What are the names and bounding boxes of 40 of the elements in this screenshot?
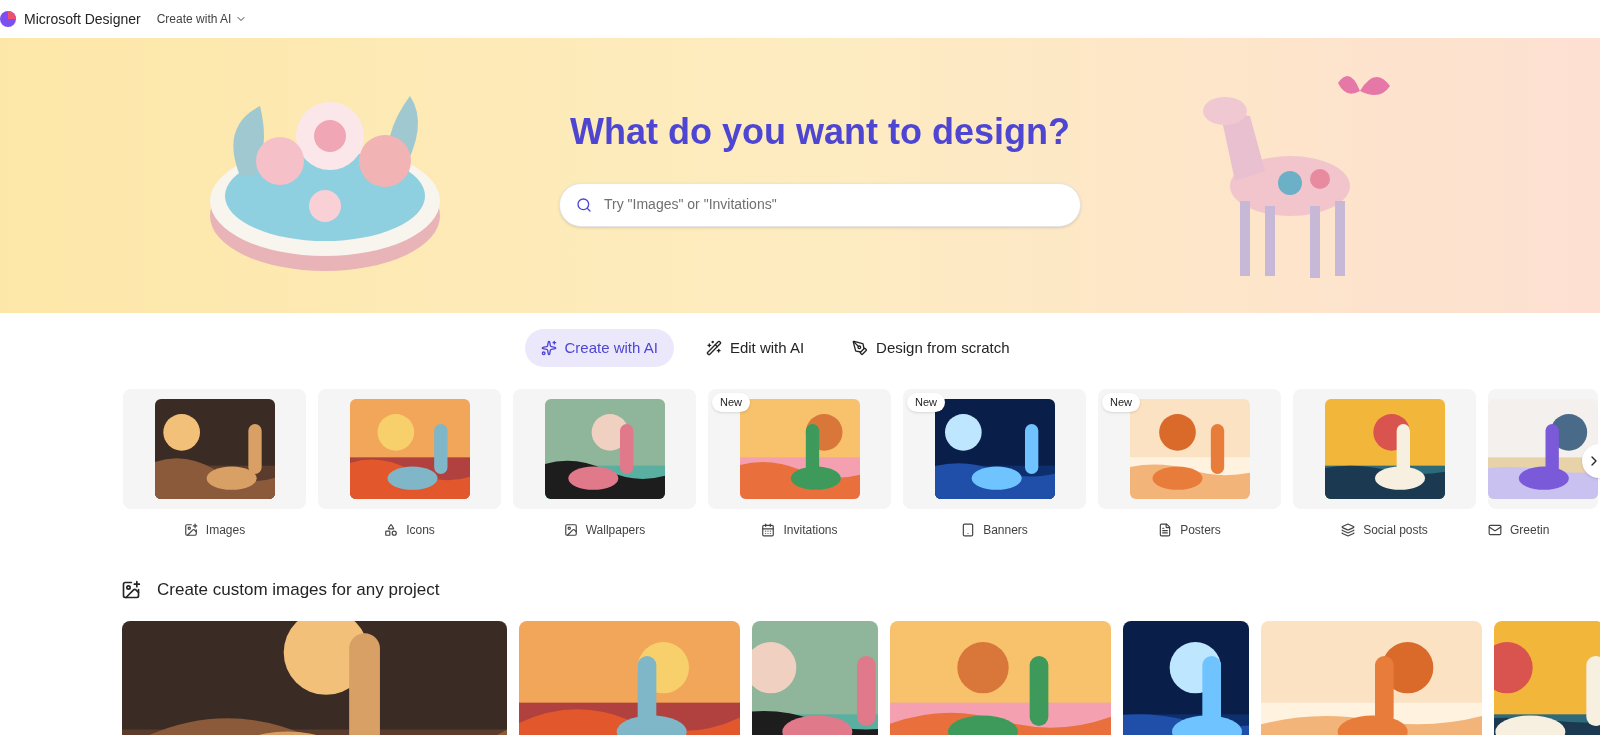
- layers-icon: [1341, 523, 1356, 537]
- category-card[interactable]: New: [1098, 389, 1281, 509]
- new-badge: New: [907, 393, 945, 412]
- category-card[interactable]: New: [708, 389, 891, 509]
- wand-icon: [705, 340, 722, 356]
- search-input[interactable]: Try "Images" or "Invitations": [604, 194, 1064, 215]
- category-link[interactable]: Banners: [961, 521, 1028, 539]
- brand-name: Microsoft Designer: [24, 9, 141, 29]
- category-card[interactable]: New: [903, 389, 1086, 509]
- mode-tab[interactable]: Create with AI: [524, 329, 674, 367]
- new-badge: New: [1102, 393, 1140, 412]
- mode-tab[interactable]: Edit with AI: [689, 329, 821, 367]
- logo-icon: [0, 11, 16, 27]
- sparkle-icon: [540, 340, 557, 356]
- mail-icon: [1488, 523, 1502, 537]
- category-link[interactable]: Images: [183, 521, 246, 539]
- calendar-icon: [761, 523, 776, 537]
- image-icon: [183, 523, 198, 537]
- category-link[interactable]: Posters: [1158, 521, 1221, 539]
- category-link[interactable]: Invitations: [761, 521, 838, 539]
- search-field[interactable]: Try "Images" or "Invitations": [559, 182, 1081, 227]
- search-icon: [576, 196, 592, 213]
- category-link[interactable]: Social posts: [1341, 521, 1428, 539]
- new-badge: New: [712, 393, 750, 412]
- shapes-icon: [384, 523, 399, 537]
- category-card[interactable]: [1293, 389, 1476, 509]
- tablet-icon: [961, 523, 976, 537]
- category-link[interactable]: Icons: [384, 521, 435, 539]
- section-title: Create custom images for any project: [157, 579, 440, 601]
- pen-icon: [852, 340, 869, 356]
- image-icon: [563, 523, 578, 537]
- mode-tab[interactable]: Design from scratch: [836, 329, 1026, 367]
- category-link[interactable]: Greetin: [1488, 521, 1598, 539]
- image-icon: [121, 579, 141, 600]
- category-card[interactable]: [513, 389, 696, 509]
- document-icon: [1158, 523, 1173, 537]
- category-link[interactable]: Wallpapers: [563, 521, 646, 539]
- category-card[interactable]: [123, 389, 306, 509]
- create-with-ai-menu[interactable]: Create with AI: [156, 10, 248, 28]
- hero-title: What do you want to design?: [570, 109, 1070, 154]
